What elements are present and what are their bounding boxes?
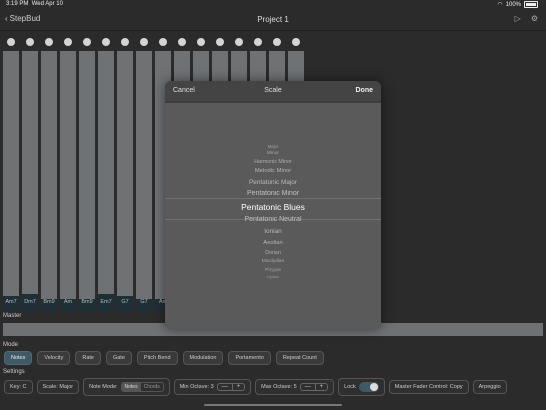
min-octave-increment[interactable]: + (231, 384, 245, 390)
track-knob[interactable] (121, 38, 129, 46)
battery-percent: 100% (505, 1, 521, 8)
mode-button-portamento[interactable]: Portamento (228, 351, 271, 365)
chord-label: G7 (140, 299, 148, 305)
picker-option[interactable]: Major (165, 144, 381, 149)
note-mode-segmented: Notes Chords (120, 382, 164, 392)
track-knob[interactable] (197, 38, 205, 46)
min-octave-label: Min Octave: 3 (179, 384, 214, 390)
track-knob[interactable] (235, 38, 243, 46)
chord-label: Dm7 (24, 299, 36, 305)
status-time: 3:19 PM Wed Apr 10 (6, 1, 63, 7)
scale-button[interactable]: Scale: Major (36, 380, 80, 394)
mode-button-modulation[interactable]: Modulation (182, 351, 224, 365)
picker-option[interactable]: Pentatonic Neutral (165, 216, 381, 223)
max-octave-control: Max Octave: 5 — + (255, 379, 335, 395)
picker-option[interactable]: Pentatonic Minor (165, 190, 381, 197)
note-mode-chords[interactable]: Chords (141, 383, 163, 391)
step-slider[interactable]: Bm9 (41, 51, 57, 311)
step-slider[interactable]: G7 (117, 51, 133, 311)
wifi-icon: ◠ (497, 2, 503, 8)
step-slider[interactable]: Bm9 (79, 51, 95, 311)
scale-picker-modal: Cancel Scale Done Major Minor Harmonic Min… (165, 81, 381, 329)
mode-label: Mode (3, 342, 19, 348)
max-octave-stepper: — + (299, 383, 329, 391)
lock-control: Lock (338, 378, 385, 396)
mode-buttons: Notes Velocity Rate Gate Pitch Bend Modulatio… (4, 351, 324, 365)
settings-label: Settings (3, 369, 25, 375)
note-mode-label: Note Mode: (89, 384, 118, 390)
track-knob[interactable] (102, 38, 110, 46)
chord-label: Bm9 (81, 299, 93, 305)
key-button[interactable]: Key: C (4, 380, 33, 394)
lock-label: Lock (344, 384, 356, 390)
track-knob[interactable] (26, 38, 34, 46)
track-knob[interactable] (159, 38, 167, 46)
track-knob[interactable] (216, 38, 224, 46)
picker-option[interactable]: Phrygian (165, 267, 381, 272)
mode-button-notes[interactable]: Notes (4, 351, 33, 365)
step-slider[interactable]: Am7 (3, 51, 19, 311)
max-octave-increment[interactable]: + (314, 384, 328, 390)
chord-label: Em7 (100, 299, 112, 305)
battery-icon (524, 1, 538, 8)
chord-label: Am (63, 299, 73, 305)
mode-button-pitch-bend[interactable]: Pitch Bend (136, 351, 178, 365)
nav-bar: ‹ StepBud Project 1 ▷ ⚙ (0, 9, 546, 31)
picker-option[interactable]: Pentatonic Blues (165, 202, 381, 212)
arpeggio-button[interactable]: Arpeggio (472, 380, 507, 394)
scale-picker-wheel[interactable]: Major Minor Harmonic Minor Melodic Minor Pen… (165, 103, 381, 329)
status-bar: 3:19 PM Wed Apr 10 ◠ 100% (0, 0, 546, 9)
track-knob[interactable] (140, 38, 148, 46)
min-octave-stepper: — + (216, 383, 246, 391)
note-mode-notes[interactable]: Notes (121, 383, 141, 391)
picker-option[interactable]: Aeolian (165, 240, 381, 246)
chord-label: Bm9 (43, 299, 55, 305)
picker-option[interactable]: Melodic Minor (165, 168, 381, 174)
picker-option[interactable]: Minor (165, 151, 381, 156)
picker-option[interactable]: Harmonic Minor (165, 159, 381, 165)
mode-button-repeat-count[interactable]: Repeat Count (275, 351, 324, 365)
status-right: ◠ 100% (497, 1, 538, 8)
picker-option[interactable]: Mixolydian (165, 259, 381, 264)
step-slider[interactable]: Dm7 (22, 51, 38, 311)
track-knob[interactable] (292, 38, 300, 46)
picker-option[interactable]: Lydian (165, 274, 381, 279)
master-fader-control-button[interactable]: Master Fader Control: Copy (388, 380, 469, 394)
track-knob[interactable] (178, 38, 186, 46)
chord-label: G7 (121, 299, 129, 305)
picker-option[interactable]: Dorian (165, 250, 381, 256)
picker-option[interactable]: Ionian (165, 228, 381, 235)
track-knob[interactable] (254, 38, 262, 46)
track-knob[interactable] (45, 38, 53, 46)
max-octave-label: Max Octave: 5 (261, 384, 297, 390)
modal-title: Scale (264, 87, 282, 94)
settings-bar: Key: C Scale: Major Note Mode: Notes Cho… (4, 378, 507, 396)
page-title: Project 1 (257, 15, 289, 24)
picker-option[interactable]: Pentatonic Major (165, 179, 381, 186)
done-button[interactable]: Done (356, 87, 374, 94)
mode-button-rate[interactable]: Rate (75, 351, 101, 365)
step-slider[interactable]: G7 (136, 51, 152, 311)
chord-label: Am7 (5, 299, 17, 305)
min-octave-decrement[interactable]: — (218, 384, 232, 390)
home-indicator (204, 404, 342, 406)
track-knob[interactable] (64, 38, 72, 46)
mode-button-gate[interactable]: Gate (105, 351, 132, 365)
max-octave-decrement[interactable]: — (301, 384, 315, 390)
master-label: Master (3, 313, 22, 319)
mode-button-velocity[interactable]: Velocity (37, 351, 71, 365)
note-mode-control: Note Mode: Notes Chords (83, 378, 170, 396)
step-slider[interactable]: Am (60, 51, 76, 311)
play-icon[interactable]: ▷ (515, 14, 521, 23)
gear-icon[interactable]: ⚙ (531, 14, 538, 23)
min-octave-control: Min Octave: 3 — + (173, 379, 252, 395)
track-knob[interactable] (83, 38, 91, 46)
step-slider[interactable]: Em7 (98, 51, 114, 311)
modal-header: Cancel Scale Done (165, 81, 381, 101)
lock-toggle[interactable] (358, 382, 379, 392)
track-knob[interactable] (273, 38, 281, 46)
track-knob[interactable] (7, 38, 15, 46)
